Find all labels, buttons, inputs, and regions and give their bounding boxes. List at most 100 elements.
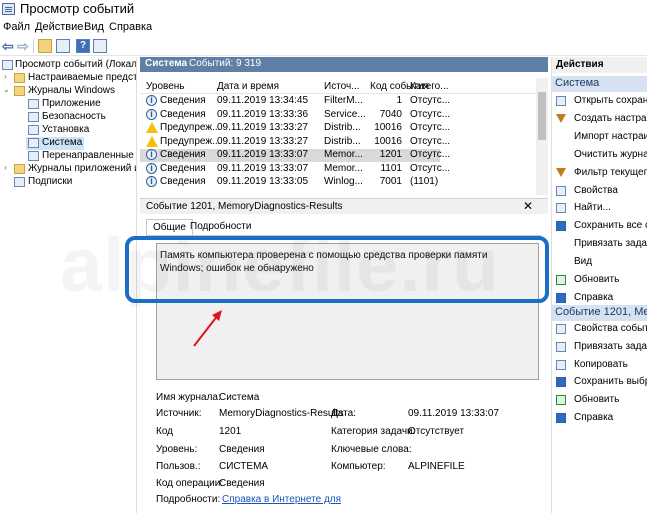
prop-computer: ALPINEFILE [408, 461, 465, 472]
category-cell: Отсутс... [410, 122, 451, 133]
close-icon[interactable]: ✕ [523, 199, 533, 213]
events-grid: Уровень Дата и время Источ... Код событи… [140, 78, 548, 195]
log-icon [28, 125, 39, 135]
table-row[interactable]: i Сведения 09.11.2019 13:33:05 Winlog... 700… [140, 176, 440, 189]
scroll-thumb[interactable] [538, 92, 546, 140]
action-item[interactable]: Очистить журнал... [552, 148, 647, 163]
tree-item-custom-views[interactable]: › Настраиваемые представле [0, 72, 136, 85]
col-category[interactable]: Катего... [410, 81, 449, 92]
action-item[interactable]: Обновить [552, 393, 647, 408]
expand-icon[interactable]: › [4, 72, 12, 81]
action-item[interactable]: Открыть сохранен [552, 94, 647, 109]
actions-pane: Действия Система Открыть сохранен Создать… [551, 57, 647, 513]
col-date[interactable]: Дата и время [217, 81, 279, 92]
tree-item-setup[interactable]: Установка [0, 124, 136, 137]
date-cell: 09.11.2019 13:33:07 [217, 162, 309, 174]
action-item[interactable]: Справка [552, 411, 647, 426]
tree-item-system[interactable]: Система [26, 137, 84, 150]
prop-more-label: Подробности: [156, 494, 221, 505]
table-row[interactable]: Предупреж... 09.11.2019 13:33:27 Distrib..… [140, 135, 450, 149]
table-row[interactable]: i Сведения 09.11.2019 13:34:45 FilterM... 1 О… [140, 95, 450, 108]
expand-icon[interactable]: › [4, 163, 12, 172]
action-label: Импорт настраива [574, 130, 647, 142]
category-cell: (1101) [410, 176, 439, 187]
tree-item-windows-logs[interactable]: ⌄ Журналы Windows [0, 85, 136, 98]
event-properties: Имя журнала: Система Источник: MemoryDia… [156, 386, 544, 513]
action-item[interactable]: Обновить [552, 273, 647, 288]
action-item[interactable]: Сохранить все соб [552, 219, 647, 234]
table-row[interactable]: i Сведения 09.11.2019 13:33:07 Memor... 1101… [140, 162, 450, 176]
action-label: Найти... [574, 202, 611, 214]
col-source[interactable]: Источ... [324, 81, 360, 92]
action-pane-icon[interactable] [93, 39, 107, 53]
blank-icon [556, 239, 566, 249]
properties-icon [556, 324, 566, 334]
action-item[interactable]: Сохранить выбран [552, 375, 647, 390]
menu-view[interactable]: Вид [84, 21, 104, 33]
prop-code: 1201 [219, 426, 242, 437]
tab-details[interactable]: Подробности [184, 219, 257, 235]
tree-root[interactable]: Просмотр событий (Локальны [0, 59, 136, 72]
info-icon: i [146, 176, 157, 187]
table-row[interactable]: Предупреж... 09.11.2019 13:33:27 Distrib..… [140, 122, 450, 135]
prop-date: 09.11.2019 13:33:07 [408, 408, 500, 419]
action-label: Обновить [574, 394, 620, 406]
action-item[interactable]: Импорт настраива [552, 130, 647, 145]
action-item[interactable]: Свойства [552, 184, 647, 199]
task-icon [556, 341, 566, 352]
action-item[interactable]: Привязать задачу к [552, 237, 647, 252]
col-level[interactable]: Уровень [146, 81, 185, 92]
action-item[interactable]: Найти... [552, 201, 647, 216]
tree-item-app-service-logs[interactable]: › Журналы приложений и сл [0, 163, 136, 176]
date-cell: 09.11.2019 13:33:36 [217, 108, 309, 120]
help-icon[interactable]: ? [76, 39, 90, 53]
tree-item-forwarded-events[interactable]: Перенаправленные собы [0, 150, 136, 163]
refresh-icon [556, 275, 566, 285]
back-arrow-icon[interactable]: ⇦ [2, 39, 16, 53]
tree-item-application[interactable]: Приложение [0, 98, 136, 111]
table-row[interactable]: i Сведения 09.11.2019 13:33:36 Service... 70… [140, 108, 450, 122]
table-row[interactable]: i Сведения 09.11.2019 13:33:07 Memor... 1201… [140, 149, 450, 162]
copy-icon [556, 359, 566, 370]
action-item[interactable]: Вид [552, 255, 647, 270]
prop-level-label: Уровень: [156, 444, 198, 455]
online-help-link[interactable]: Справка в Интернете для [222, 494, 341, 505]
prop-user: СИСТЕМА [219, 461, 269, 472]
action-item[interactable]: Фильтр текущего ж [552, 166, 647, 181]
log-icon [28, 138, 39, 148]
tree-item-subscriptions[interactable]: Подписки [0, 176, 136, 189]
info-icon: i [146, 149, 157, 160]
actions-section-system[interactable]: Система [552, 76, 647, 92]
category-cell: Отсутс... [410, 149, 451, 160]
action-item[interactable]: Создать настраива [552, 112, 647, 127]
action-label: Сохранить все соб [574, 220, 647, 232]
tree-item-security[interactable]: Безопасность [0, 111, 136, 124]
console-tree-icon[interactable] [56, 39, 70, 53]
source-cell: Memor... [324, 162, 363, 174]
actions-section-event[interactable]: Событие 1201, Mem [552, 305, 647, 321]
action-item[interactable]: Копировать [552, 358, 647, 373]
menu-file[interactable]: Файл [3, 21, 30, 33]
forward-arrow-icon[interactable]: ⇨ [17, 39, 31, 53]
menu-bar: Файл Действие Вид Справка [0, 19, 647, 36]
event-detail-header: Событие 1201, MemoryDiagnostics-Results … [140, 198, 548, 214]
toolbar-separator [33, 39, 34, 53]
date-cell: 09.11.2019 13:33:27 [217, 135, 309, 147]
collapse-icon[interactable]: ⌄ [3, 85, 11, 94]
prop-code-label: Код [156, 426, 174, 437]
action-label: Очистить журнал... [574, 148, 647, 160]
action-item[interactable]: Свойства событий [552, 322, 647, 337]
action-label: Создать настраива [574, 112, 647, 124]
blank-icon [556, 257, 566, 267]
action-item[interactable]: Справка [552, 291, 647, 306]
properties-icon [556, 185, 566, 196]
grid-scrollbar[interactable] [536, 78, 548, 195]
code-cell: 7040 [379, 108, 402, 120]
action-item[interactable]: Привязать задачу к [552, 340, 647, 355]
info-icon: i [146, 162, 157, 174]
menu-help[interactable]: Справка [109, 21, 152, 33]
highlight-frame [125, 236, 549, 303]
open-folder-icon[interactable] [38, 39, 52, 53]
action-label: Привязать задачу к [574, 238, 647, 250]
menu-action[interactable]: Действие [35, 21, 83, 33]
